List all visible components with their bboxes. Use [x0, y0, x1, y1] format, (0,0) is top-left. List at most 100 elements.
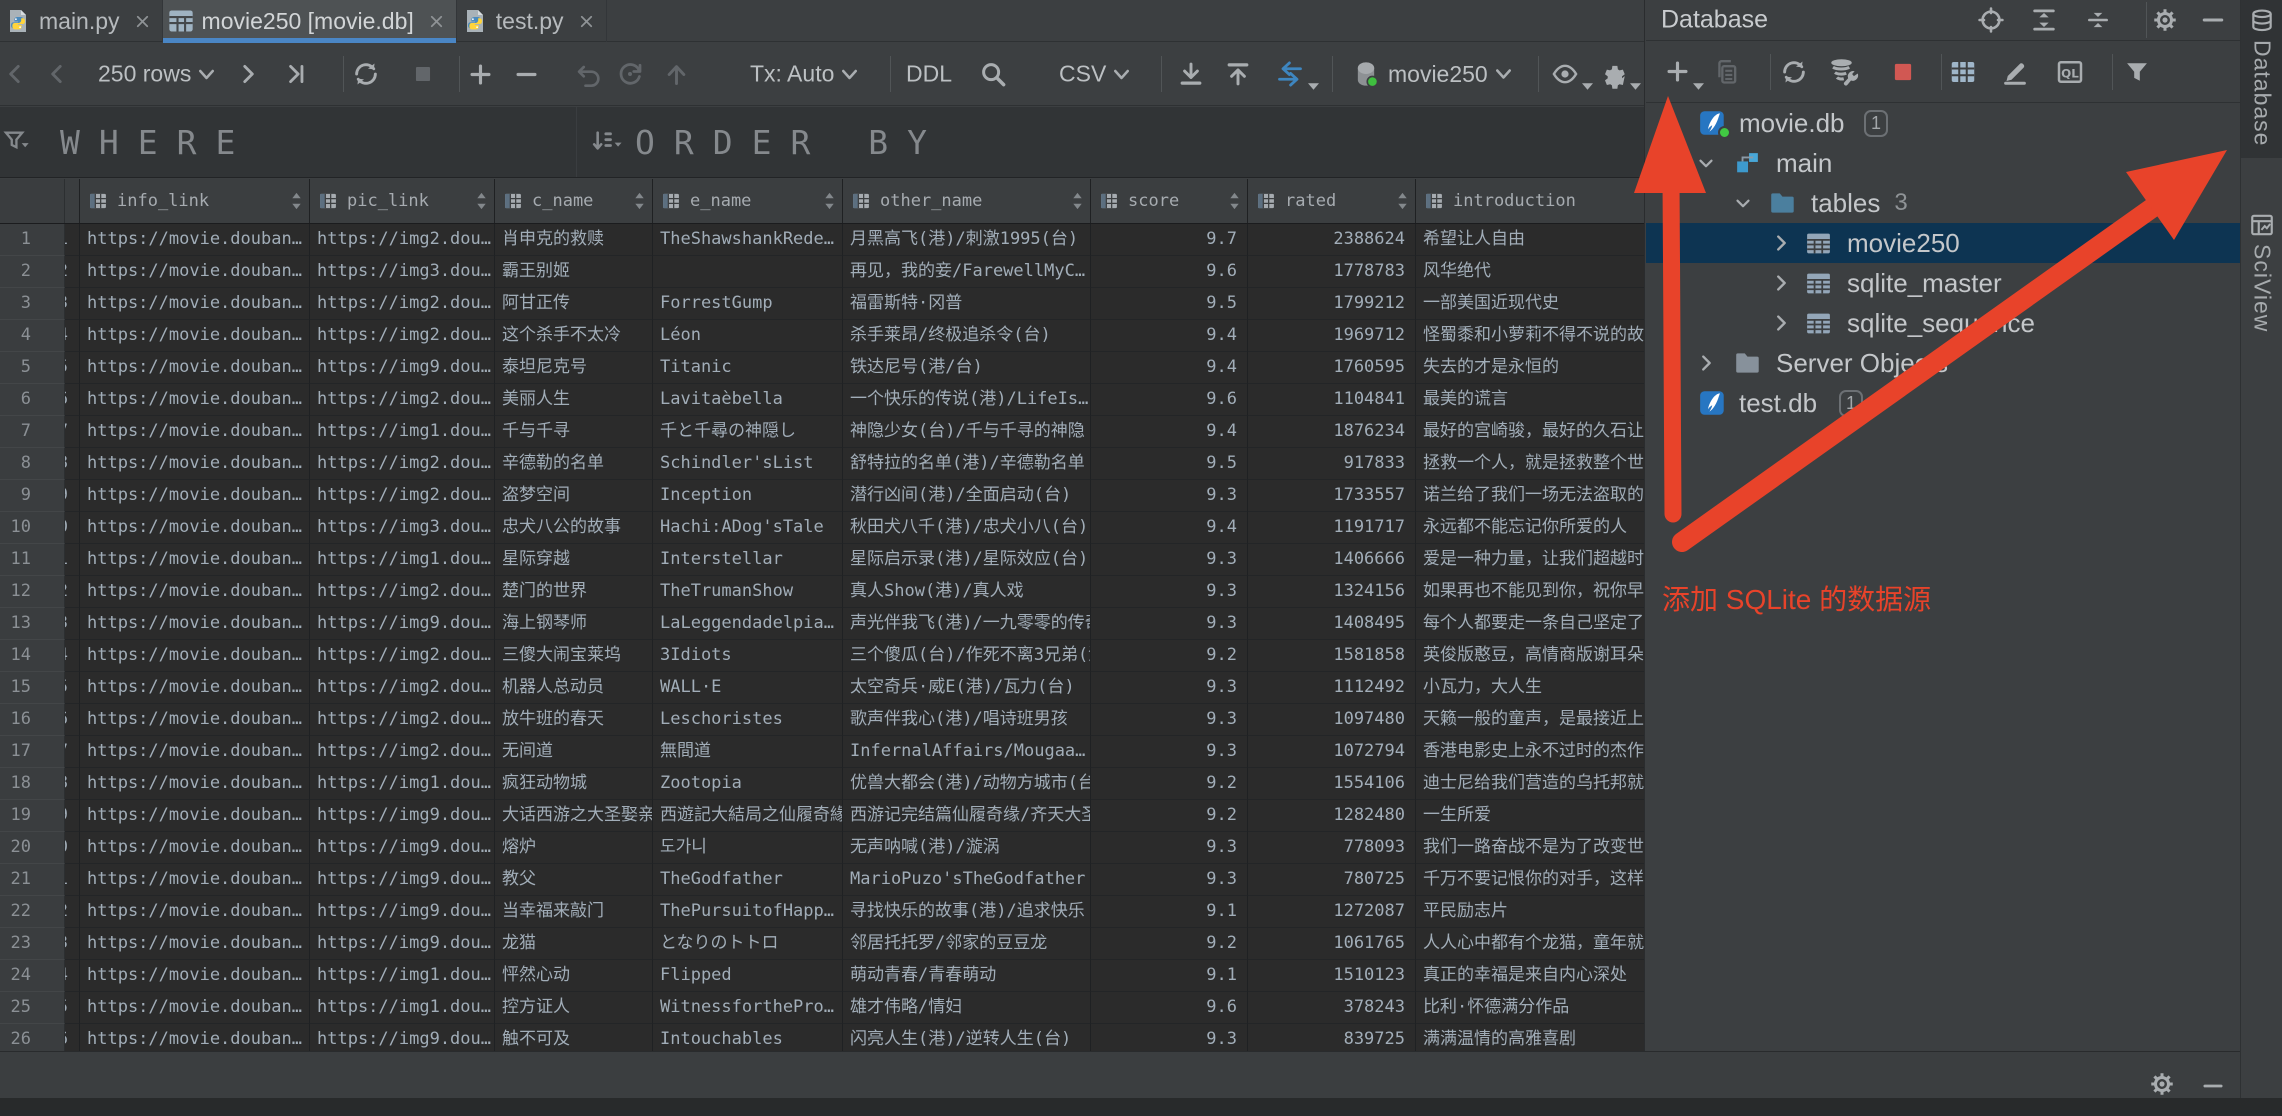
- cell-e-name[interactable]: TheShawshankRede…: [653, 224, 843, 256]
- sort-toggle-icon[interactable]: [1071, 191, 1084, 211]
- export-format-dropdown[interactable]: CSV: [1051, 61, 1137, 88]
- cell-score[interactable]: 9.6: [1091, 384, 1248, 416]
- cell-id-clipped[interactable]: 10: [65, 512, 80, 544]
- import-data-button[interactable]: [1224, 52, 1252, 96]
- cell-id-clipped[interactable]: 24: [65, 960, 80, 992]
- cell-e-name[interactable]: Léon: [653, 320, 843, 352]
- cell-id-clipped[interactable]: 16: [65, 704, 80, 736]
- cell-rated[interactable]: 1969712: [1248, 320, 1416, 352]
- cell-score[interactable]: 9.2: [1091, 640, 1248, 672]
- cell-rated[interactable]: 1799212: [1248, 288, 1416, 320]
- cell-c-name[interactable]: 当幸福来敲门: [495, 896, 653, 928]
- table-row[interactable]: 10 10 https://movie.douban… https://img3…: [0, 512, 1644, 544]
- cell-info-link[interactable]: https://movie.douban…: [80, 576, 310, 608]
- cell-other-name[interactable]: 歌声伴我心(港)/唱诗班男孩: [843, 704, 1091, 736]
- last-page-button[interactable]: [283, 52, 309, 96]
- cell-e-name[interactable]: ThePursuitofHapp…: [653, 896, 843, 928]
- cell-e-name[interactable]: Flipped: [653, 960, 843, 992]
- cell-pic-link[interactable]: https://img1.dou…: [310, 768, 495, 800]
- cell-c-name[interactable]: 楚门的世界: [495, 576, 653, 608]
- close-icon[interactable]: [427, 12, 446, 31]
- table-row[interactable]: 20 20 https://movie.douban… https://img9…: [0, 832, 1644, 864]
- cell-introduction[interactable]: 人人心中都有个龙猫，童年就永: [1416, 928, 1644, 960]
- cell-e-name[interactable]: となりのトトロ: [653, 928, 843, 960]
- tree-item-main[interactable]: main: [1646, 143, 2240, 183]
- cell-info-link[interactable]: https://movie.douban…: [80, 384, 310, 416]
- table-row[interactable]: 18 18 https://movie.douban… https://img1…: [0, 768, 1644, 800]
- sort-toggle-icon[interactable]: [633, 191, 646, 211]
- hide-tool-window-button[interactable]: [2199, 0, 2227, 42]
- cell-score[interactable]: 9.6: [1091, 256, 1248, 288]
- cell-id-clipped[interactable]: 3: [65, 288, 80, 320]
- cell-rated[interactable]: 1272087: [1248, 896, 1416, 928]
- cell-c-name[interactable]: 放牛班的春天: [495, 704, 653, 736]
- filter-datasource-button[interactable]: [2123, 50, 2151, 94]
- cell-info-link[interactable]: https://movie.douban…: [80, 960, 310, 992]
- sort-toggle-icon[interactable]: [1228, 191, 1241, 211]
- cell-pic-link[interactable]: https://img2.dou…: [310, 672, 495, 704]
- column-header-e-name[interactable]: e_name: [653, 179, 843, 223]
- cell-introduction[interactable]: 比利·怀德满分作品: [1416, 992, 1644, 1024]
- cell-rated[interactable]: 2388624: [1248, 224, 1416, 256]
- cell-introduction[interactable]: 香港电影史上永不过时的杰作: [1416, 736, 1644, 768]
- cell-rated[interactable]: 378243: [1248, 992, 1416, 1024]
- tab-test-py[interactable]: test.py: [457, 0, 607, 42]
- cell-other-name[interactable]: InfernalAffairs/Mougaa…: [843, 736, 1091, 768]
- cell-id-clipped[interactable]: 1: [65, 224, 80, 256]
- cell-c-name[interactable]: 三傻大闹宝莱坞: [495, 640, 653, 672]
- cell-info-link[interactable]: https://movie.douban…: [80, 256, 310, 288]
- previous-page-button[interactable]: [44, 52, 70, 96]
- cell-c-name[interactable]: 泰坦尼克号: [495, 352, 653, 384]
- tool-window-options-button[interactable]: [2151, 0, 2179, 42]
- tree-item-sqlite-sequence[interactable]: sqlite_sequence: [1646, 303, 2240, 343]
- cell-rated[interactable]: 917833: [1248, 448, 1416, 480]
- table-row[interactable]: 16 16 https://movie.douban… https://img2…: [0, 704, 1644, 736]
- cell-rated[interactable]: 1191717: [1248, 512, 1416, 544]
- table-row[interactable]: 21 21 https://movie.douban… https://img9…: [0, 864, 1644, 896]
- cell-rated[interactable]: 778093: [1248, 832, 1416, 864]
- cell-info-link[interactable]: https://movie.douban…: [80, 224, 310, 256]
- close-icon[interactable]: [577, 12, 596, 31]
- cell-introduction[interactable]: 风华绝代: [1416, 256, 1644, 288]
- cell-pic-link[interactable]: https://img1.dou…: [310, 544, 495, 576]
- cell-id-clipped[interactable]: 13: [65, 608, 80, 640]
- delete-row-button[interactable]: [513, 52, 540, 96]
- settings-button[interactable]: [1598, 52, 1641, 96]
- cell-c-name[interactable]: 无间道: [495, 736, 653, 768]
- cell-c-name[interactable]: 肖申克的救赎: [495, 224, 653, 256]
- cell-pic-link[interactable]: https://img9.dou…: [310, 800, 495, 832]
- cell-pic-link[interactable]: https://img3.dou…: [310, 256, 495, 288]
- cell-pic-link[interactable]: https://img2.dou…: [310, 320, 495, 352]
- cell-rated[interactable]: 1112492: [1248, 672, 1416, 704]
- cell-score[interactable]: 9.2: [1091, 800, 1248, 832]
- ddl-button[interactable]: DDL: [898, 61, 960, 88]
- cell-score[interactable]: 9.6: [1091, 992, 1248, 1024]
- cell-introduction[interactable]: 迪士尼给我们营造的乌托邦就是: [1416, 768, 1644, 800]
- tree-item-movie250[interactable]: movie250: [1646, 223, 2240, 263]
- cell-e-name[interactable]: Hachi:ADog'sTale: [653, 512, 843, 544]
- cell-pic-link[interactable]: https://img1.dou…: [310, 416, 495, 448]
- cell-score[interactable]: 9.2: [1091, 928, 1248, 960]
- cell-score[interactable]: 9.4: [1091, 512, 1248, 544]
- cell-introduction[interactable]: 英俊版憨豆，高情商版谢耳朵: [1416, 640, 1644, 672]
- cell-pic-link[interactable]: https://img1.dou…: [310, 992, 495, 1024]
- cell-c-name[interactable]: 星际穿越: [495, 544, 653, 576]
- cell-e-name[interactable]: 千と千尋の神隠し: [653, 416, 843, 448]
- cell-score[interactable]: 9.5: [1091, 448, 1248, 480]
- table-row[interactable]: 4 4 https://movie.douban… https://img2.d…: [0, 320, 1644, 352]
- cell-info-link[interactable]: https://movie.douban…: [80, 480, 310, 512]
- cell-other-name[interactable]: 声光伴我飞(港)/一九零零的传奇: [843, 608, 1091, 640]
- first-page-button[interactable]: [2, 52, 28, 96]
- cell-pic-link[interactable]: https://img2.dou…: [310, 288, 495, 320]
- duplicate-button[interactable]: [1713, 50, 1741, 94]
- cell-e-name[interactable]: [653, 256, 843, 288]
- cell-introduction[interactable]: 每个人都要走一条自己坚定了的: [1416, 608, 1644, 640]
- table-row[interactable]: 17 17 https://movie.douban… https://img2…: [0, 736, 1644, 768]
- cell-id-clipped[interactable]: 19: [65, 800, 80, 832]
- modify-object-button[interactable]: [2000, 50, 2030, 94]
- cell-score[interactable]: 9.3: [1091, 544, 1248, 576]
- cell-id-clipped[interactable]: 11: [65, 544, 80, 576]
- cell-id-clipped[interactable]: 12: [65, 576, 80, 608]
- cell-pic-link[interactable]: https://img9.dou…: [310, 1024, 495, 1051]
- cell-info-link[interactable]: https://movie.douban…: [80, 1024, 310, 1051]
